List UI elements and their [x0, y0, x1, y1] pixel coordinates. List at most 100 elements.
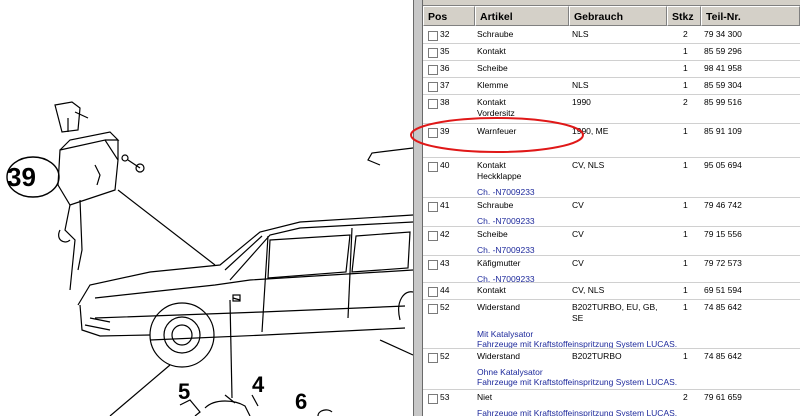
cell-stkz: 1 [683, 200, 688, 210]
row-checkbox[interactable] [428, 65, 438, 75]
cell-gebrauch: CV, NLS [572, 160, 605, 170]
row-checkbox[interactable] [428, 304, 438, 314]
cell-stkz: 2 [683, 392, 688, 402]
cell-gebrauch: NLS [572, 29, 589, 39]
row-note: Ch. -N7009233 [477, 274, 535, 284]
row-checkbox[interactable] [428, 260, 438, 270]
row-separator [423, 77, 800, 78]
cell-stkz: 1 [683, 160, 688, 170]
cell-artikel: Widerstand [477, 351, 520, 361]
bottom-parts-drawing [179, 299, 333, 416]
row-separator [423, 123, 800, 124]
cell-stkz: 1 [683, 351, 688, 361]
row-separator [423, 348, 800, 349]
callout-4[interactable]: 4 [252, 372, 264, 398]
column-header-stkz[interactable]: Stkz [667, 6, 701, 26]
cell-pos: 39 [440, 126, 450, 136]
cell-artikel: Schraube [477, 200, 514, 210]
cell-teilnr: 79 34 300 [704, 29, 742, 39]
row-checkbox[interactable] [428, 82, 438, 92]
cell-artikel: Niet [477, 392, 493, 402]
cell-pos: 42 [440, 229, 450, 239]
cell-teilnr: 79 61 659 [704, 392, 742, 402]
cell-artikel: Schraube [477, 29, 514, 39]
row-checkbox[interactable] [428, 353, 438, 363]
row-checkbox[interactable] [428, 394, 438, 404]
cell-teilnr: 79 72 573 [704, 258, 742, 268]
table-header: Pos Artikel Gebrauch Stkz Teil-Nr. [423, 6, 800, 26]
cell-stkz: 1 [683, 63, 688, 73]
cell-teilnr: 85 59 304 [704, 80, 742, 90]
cell-artikel: Kontakt [477, 160, 506, 170]
cell-gebrauch: B202TURBO [572, 351, 622, 361]
cell-pos: 41 [440, 200, 450, 210]
row-separator [423, 226, 800, 227]
row-separator [423, 43, 800, 44]
column-header-artikel[interactable]: Artikel [475, 6, 569, 26]
cell-pos: 35 [440, 46, 450, 56]
cell-artikel: Widerstand [477, 302, 520, 312]
row-checkbox[interactable] [428, 231, 438, 241]
cell-teilnr: 98 41 958 [704, 63, 742, 73]
cell-artikel: Vordersitz [477, 108, 515, 118]
row-checkbox[interactable] [428, 202, 438, 212]
column-header-pos[interactable]: Pos [423, 6, 475, 26]
cell-artikel: Kontakt [477, 97, 506, 107]
cell-pos: 36 [440, 63, 450, 73]
car-exploded-view [6, 101, 413, 416]
row-checkbox[interactable] [428, 31, 438, 41]
cell-stkz: 1 [683, 258, 688, 268]
warning-light-drawing [54, 101, 216, 291]
cell-artikel: Scheibe [477, 63, 508, 73]
row-checkbox[interactable] [428, 287, 438, 297]
cell-pos: 43 [440, 258, 450, 268]
cell-artikel: Klemme [477, 80, 509, 90]
parts-diagram: 39 5 4 6 [0, 0, 413, 416]
row-separator [423, 389, 800, 390]
callout-6[interactable]: 6 [295, 389, 307, 415]
cell-teilnr: 85 99 516 [704, 97, 742, 107]
cell-stkz: 1 [683, 80, 688, 90]
cell-artikel: Kontakt [477, 46, 506, 56]
cell-teilnr: 74 85 642 [704, 302, 742, 312]
column-header-teilnr[interactable]: Teil-Nr. [701, 6, 800, 26]
cell-artikel: Käfigmutter [477, 258, 521, 268]
parts-list-panel: Pos Artikel Gebrauch Stkz Teil-Nr. 32 Sch… [423, 0, 800, 416]
row-checkbox[interactable] [428, 128, 438, 138]
cell-teilnr: 74 85 642 [704, 351, 742, 361]
splitter[interactable] [413, 0, 423, 416]
cell-stkz: 2 [683, 97, 688, 107]
cell-gebrauch: 1990, ME [572, 126, 609, 136]
cell-stkz: 1 [683, 46, 688, 56]
cell-pos: 52 [440, 302, 450, 312]
cell-artikel: Kontakt [477, 285, 506, 295]
cell-teilnr: 79 46 742 [704, 200, 742, 210]
cell-gebrauch: B202TURBO, EU, GB, [572, 302, 658, 312]
row-separator [423, 197, 800, 198]
row-checkbox[interactable] [428, 162, 438, 172]
callout-39[interactable]: 39 [7, 162, 36, 193]
cell-stkz: 2 [683, 29, 688, 39]
row-checkbox[interactable] [428, 48, 438, 58]
row-separator [423, 299, 800, 300]
row-checkbox[interactable] [428, 99, 438, 109]
row-note: Fahrzeuge mit Kraftstoffeinspritzung Sys… [477, 377, 678, 387]
cell-teilnr: 69 51 594 [704, 285, 742, 295]
cell-gebrauch: CV [572, 200, 584, 210]
row-separator [423, 255, 800, 256]
row-separator [423, 282, 800, 283]
cell-stkz: 1 [683, 302, 688, 312]
cell-pos: 44 [440, 285, 450, 295]
cell-pos: 38 [440, 97, 450, 107]
cell-pos: 53 [440, 392, 450, 402]
car-drawing [77, 147, 413, 416]
row-separator [423, 94, 800, 95]
callout-5[interactable]: 5 [178, 379, 190, 405]
cell-teilnr: 95 05 694 [704, 160, 742, 170]
cell-stkz: 1 [683, 285, 688, 295]
cell-gebrauch: SE [572, 313, 584, 323]
cell-stkz: 1 [683, 229, 688, 239]
column-header-gebrauch[interactable]: Gebrauch [569, 6, 667, 26]
row-separator [423, 60, 800, 61]
cell-pos: 52 [440, 351, 450, 361]
